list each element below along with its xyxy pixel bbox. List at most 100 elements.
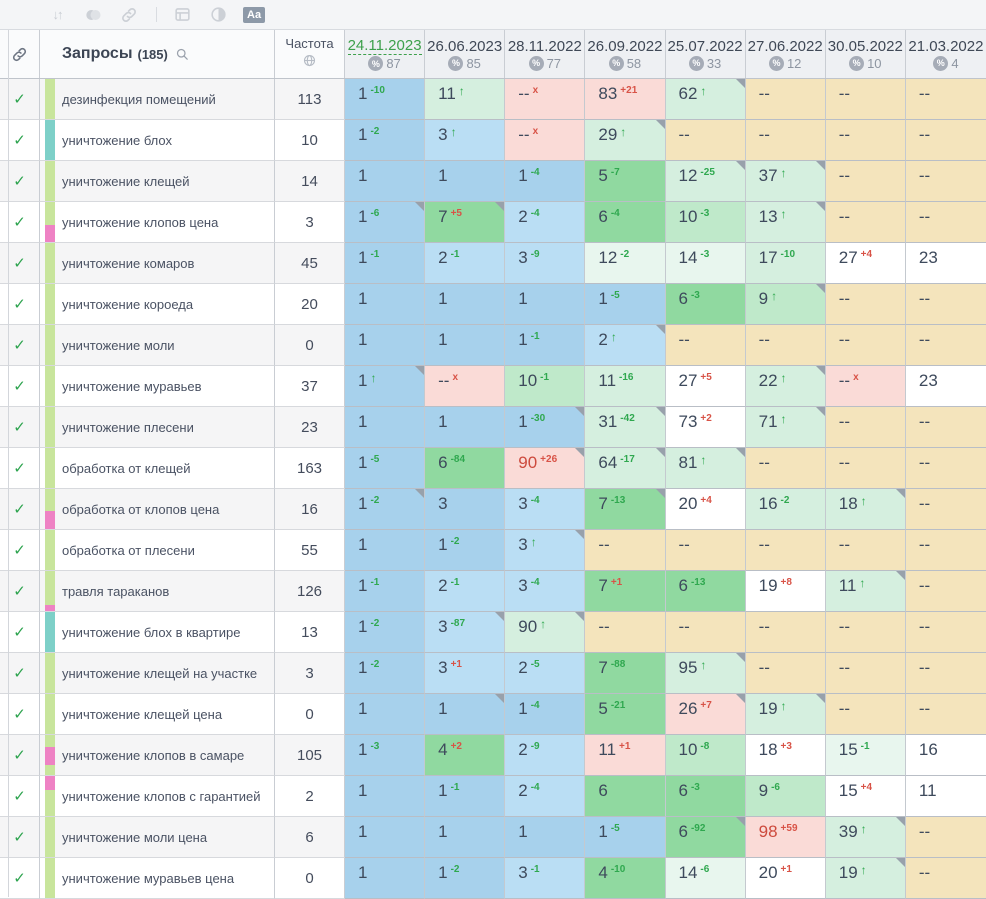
position-cell[interactable]: 23	[906, 243, 986, 284]
position-cell[interactable]: --	[826, 325, 906, 366]
keyword-cell[interactable]: обработка от плесени	[40, 530, 275, 571]
position-cell[interactable]: --	[585, 530, 665, 571]
position-cell[interactable]: 1-1	[345, 571, 425, 612]
position-cell[interactable]: 13↑	[746, 202, 826, 243]
date-column-header[interactable]: 30.05.2022%10	[826, 30, 906, 78]
position-cell[interactable]: --	[906, 817, 986, 858]
keyword-cell[interactable]: уничтожение блох	[40, 120, 275, 161]
position-cell[interactable]: 4-10	[585, 858, 665, 899]
position-cell[interactable]: --	[666, 612, 746, 653]
keyword-cell[interactable]: уничтожение короеда	[40, 284, 275, 325]
position-cell[interactable]: 10-3	[666, 202, 746, 243]
position-cell[interactable]: 6	[585, 776, 665, 817]
position-cell[interactable]: 12-2	[585, 243, 665, 284]
position-cell[interactable]: --	[746, 120, 826, 161]
contrast-icon[interactable]	[207, 5, 229, 25]
keyword-label[interactable]: уничтожение блох	[62, 133, 172, 148]
keyword-cell[interactable]: уничтожение клещей цена	[40, 694, 275, 735]
position-cell[interactable]: 29↑	[585, 120, 665, 161]
position-cell[interactable]: 15-1	[826, 735, 906, 776]
position-cell[interactable]: --	[826, 284, 906, 325]
position-cell[interactable]: --	[746, 612, 826, 653]
position-cell[interactable]: --	[826, 407, 906, 448]
position-cell[interactable]: 22↑	[746, 366, 826, 407]
position-cell[interactable]: 6-3	[666, 776, 746, 817]
position-cell[interactable]: 7-13	[585, 489, 665, 530]
position-cell[interactable]: 1	[505, 817, 585, 858]
position-cell[interactable]: --x	[425, 366, 505, 407]
row-checkmark[interactable]: ✓	[0, 284, 40, 325]
position-cell[interactable]: --	[666, 530, 746, 571]
position-cell[interactable]: --	[906, 161, 986, 202]
position-cell[interactable]: 81↑	[666, 448, 746, 489]
position-cell[interactable]: 12-25	[666, 161, 746, 202]
position-cell[interactable]: --	[746, 530, 826, 571]
keyword-cell[interactable]: уничтожение клопов в самаре	[40, 735, 275, 776]
position-cell[interactable]: 1	[425, 325, 505, 366]
position-cell[interactable]: 11-16	[585, 366, 665, 407]
link-column-header[interactable]	[0, 30, 40, 78]
position-cell[interactable]: 1-6	[345, 202, 425, 243]
position-cell[interactable]: 3-9	[505, 243, 585, 284]
position-cell[interactable]: --	[826, 448, 906, 489]
position-cell[interactable]: 6-13	[666, 571, 746, 612]
position-cell[interactable]: 20+4	[666, 489, 746, 530]
position-cell[interactable]: 19↑	[746, 694, 826, 735]
position-cell[interactable]: 1-4	[505, 161, 585, 202]
position-cell[interactable]: 3-4	[505, 489, 585, 530]
row-checkmark[interactable]: ✓	[0, 735, 40, 776]
row-checkmark[interactable]: ✓	[0, 325, 40, 366]
position-cell[interactable]: 17-10	[746, 243, 826, 284]
position-cell[interactable]: 3↑	[505, 530, 585, 571]
sort-icon[interactable]: ↓↑	[46, 5, 68, 25]
position-cell[interactable]: 19+8	[746, 571, 826, 612]
position-cell[interactable]: 1	[425, 407, 505, 448]
position-cell[interactable]: 2-5	[505, 653, 585, 694]
position-cell[interactable]: 18↑	[826, 489, 906, 530]
row-checkmark[interactable]: ✓	[0, 817, 40, 858]
position-cell[interactable]: --	[906, 858, 986, 899]
position-cell[interactable]: 90↑	[505, 612, 585, 653]
keyword-label[interactable]: уничтожение муравьев цена	[62, 871, 234, 886]
position-cell[interactable]: 16	[906, 735, 986, 776]
row-checkmark[interactable]: ✓	[0, 366, 40, 407]
position-cell[interactable]: --x	[505, 120, 585, 161]
position-cell[interactable]: 1	[345, 817, 425, 858]
position-cell[interactable]: 39↑	[826, 817, 906, 858]
position-cell[interactable]: --	[906, 489, 986, 530]
position-cell[interactable]: 1	[345, 325, 425, 366]
keyword-cell[interactable]: травля тараканов	[40, 571, 275, 612]
position-cell[interactable]: --	[906, 694, 986, 735]
keyword-cell[interactable]: уничтожение блох в квартире	[40, 612, 275, 653]
position-cell[interactable]: --	[826, 694, 906, 735]
position-cell[interactable]: --	[906, 653, 986, 694]
position-cell[interactable]: 2-4	[505, 202, 585, 243]
position-cell[interactable]: 10-1	[505, 366, 585, 407]
position-cell[interactable]: 6-3	[666, 284, 746, 325]
position-cell[interactable]: 1	[505, 284, 585, 325]
position-cell[interactable]: 1	[345, 530, 425, 571]
position-cell[interactable]: 3	[425, 489, 505, 530]
position-cell[interactable]: 3-87	[425, 612, 505, 653]
position-cell[interactable]: 83+21	[585, 79, 665, 120]
keyword-cell[interactable]: уничтожение моли цена	[40, 817, 275, 858]
position-cell[interactable]: 2-1	[425, 571, 505, 612]
position-cell[interactable]: 27+5	[666, 366, 746, 407]
position-cell[interactable]: --	[906, 612, 986, 653]
position-cell[interactable]: --	[826, 653, 906, 694]
position-cell[interactable]: 3-4	[505, 571, 585, 612]
position-cell[interactable]: 37↑	[746, 161, 826, 202]
position-cell[interactable]: 1-2	[345, 612, 425, 653]
date-label[interactable]: 26.06.2023	[427, 38, 502, 55]
position-cell[interactable]: 9↑	[746, 284, 826, 325]
keyword-cell[interactable]: уничтожение муравьев цена	[40, 858, 275, 899]
position-cell[interactable]: 1	[425, 694, 505, 735]
position-cell[interactable]: 31-42	[585, 407, 665, 448]
position-cell[interactable]: 1	[345, 284, 425, 325]
position-cell[interactable]: --	[906, 325, 986, 366]
row-checkmark[interactable]: ✓	[0, 858, 40, 899]
keyword-label[interactable]: уничтожение клопов в самаре	[62, 748, 244, 763]
keyword-cell[interactable]: уничтожение плесени	[40, 407, 275, 448]
position-cell[interactable]: 2-9	[505, 735, 585, 776]
position-cell[interactable]: --x	[826, 366, 906, 407]
